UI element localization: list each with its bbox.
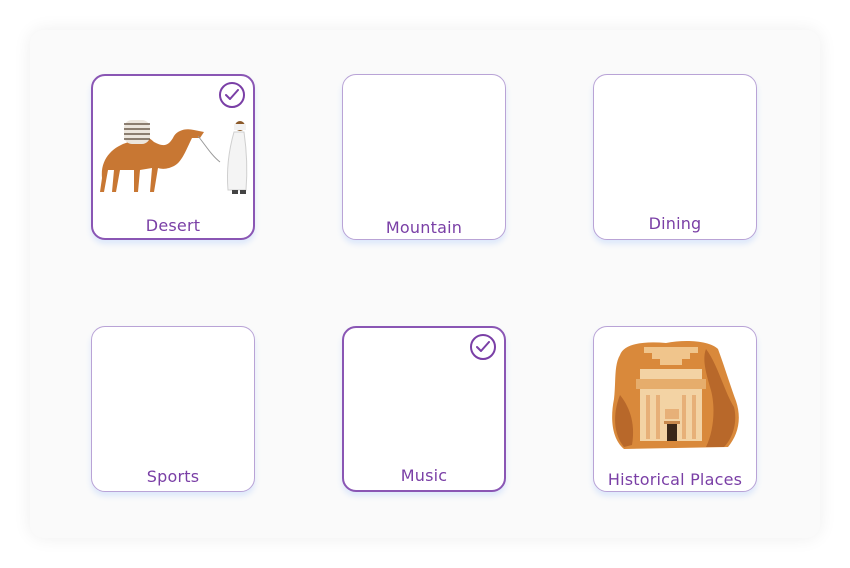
category-card-mountain[interactable]: Mountain xyxy=(342,74,506,240)
category-card-historical-places[interactable]: Historical Places xyxy=(593,326,757,492)
category-label: Desert xyxy=(145,216,201,235)
category-label: Music xyxy=(400,466,448,485)
category-card-desert[interactable]: Desert xyxy=(91,74,255,240)
interest-selection-panel: Desert Mountain Dining Sports Music Hist… xyxy=(30,30,820,538)
category-label: Mountain xyxy=(385,218,463,237)
category-card-dining[interactable]: Dining xyxy=(593,74,757,240)
selected-check-icon xyxy=(470,334,496,360)
category-label: Dining xyxy=(648,214,702,233)
category-label: Historical Places xyxy=(607,470,743,489)
rock-tomb-icon xyxy=(612,341,739,449)
category-label: Sports xyxy=(146,467,200,486)
selected-check-icon xyxy=(219,82,245,108)
camel-icon xyxy=(100,120,248,194)
category-card-sports[interactable]: Sports xyxy=(91,326,255,492)
category-card-music[interactable]: Music xyxy=(342,326,506,492)
